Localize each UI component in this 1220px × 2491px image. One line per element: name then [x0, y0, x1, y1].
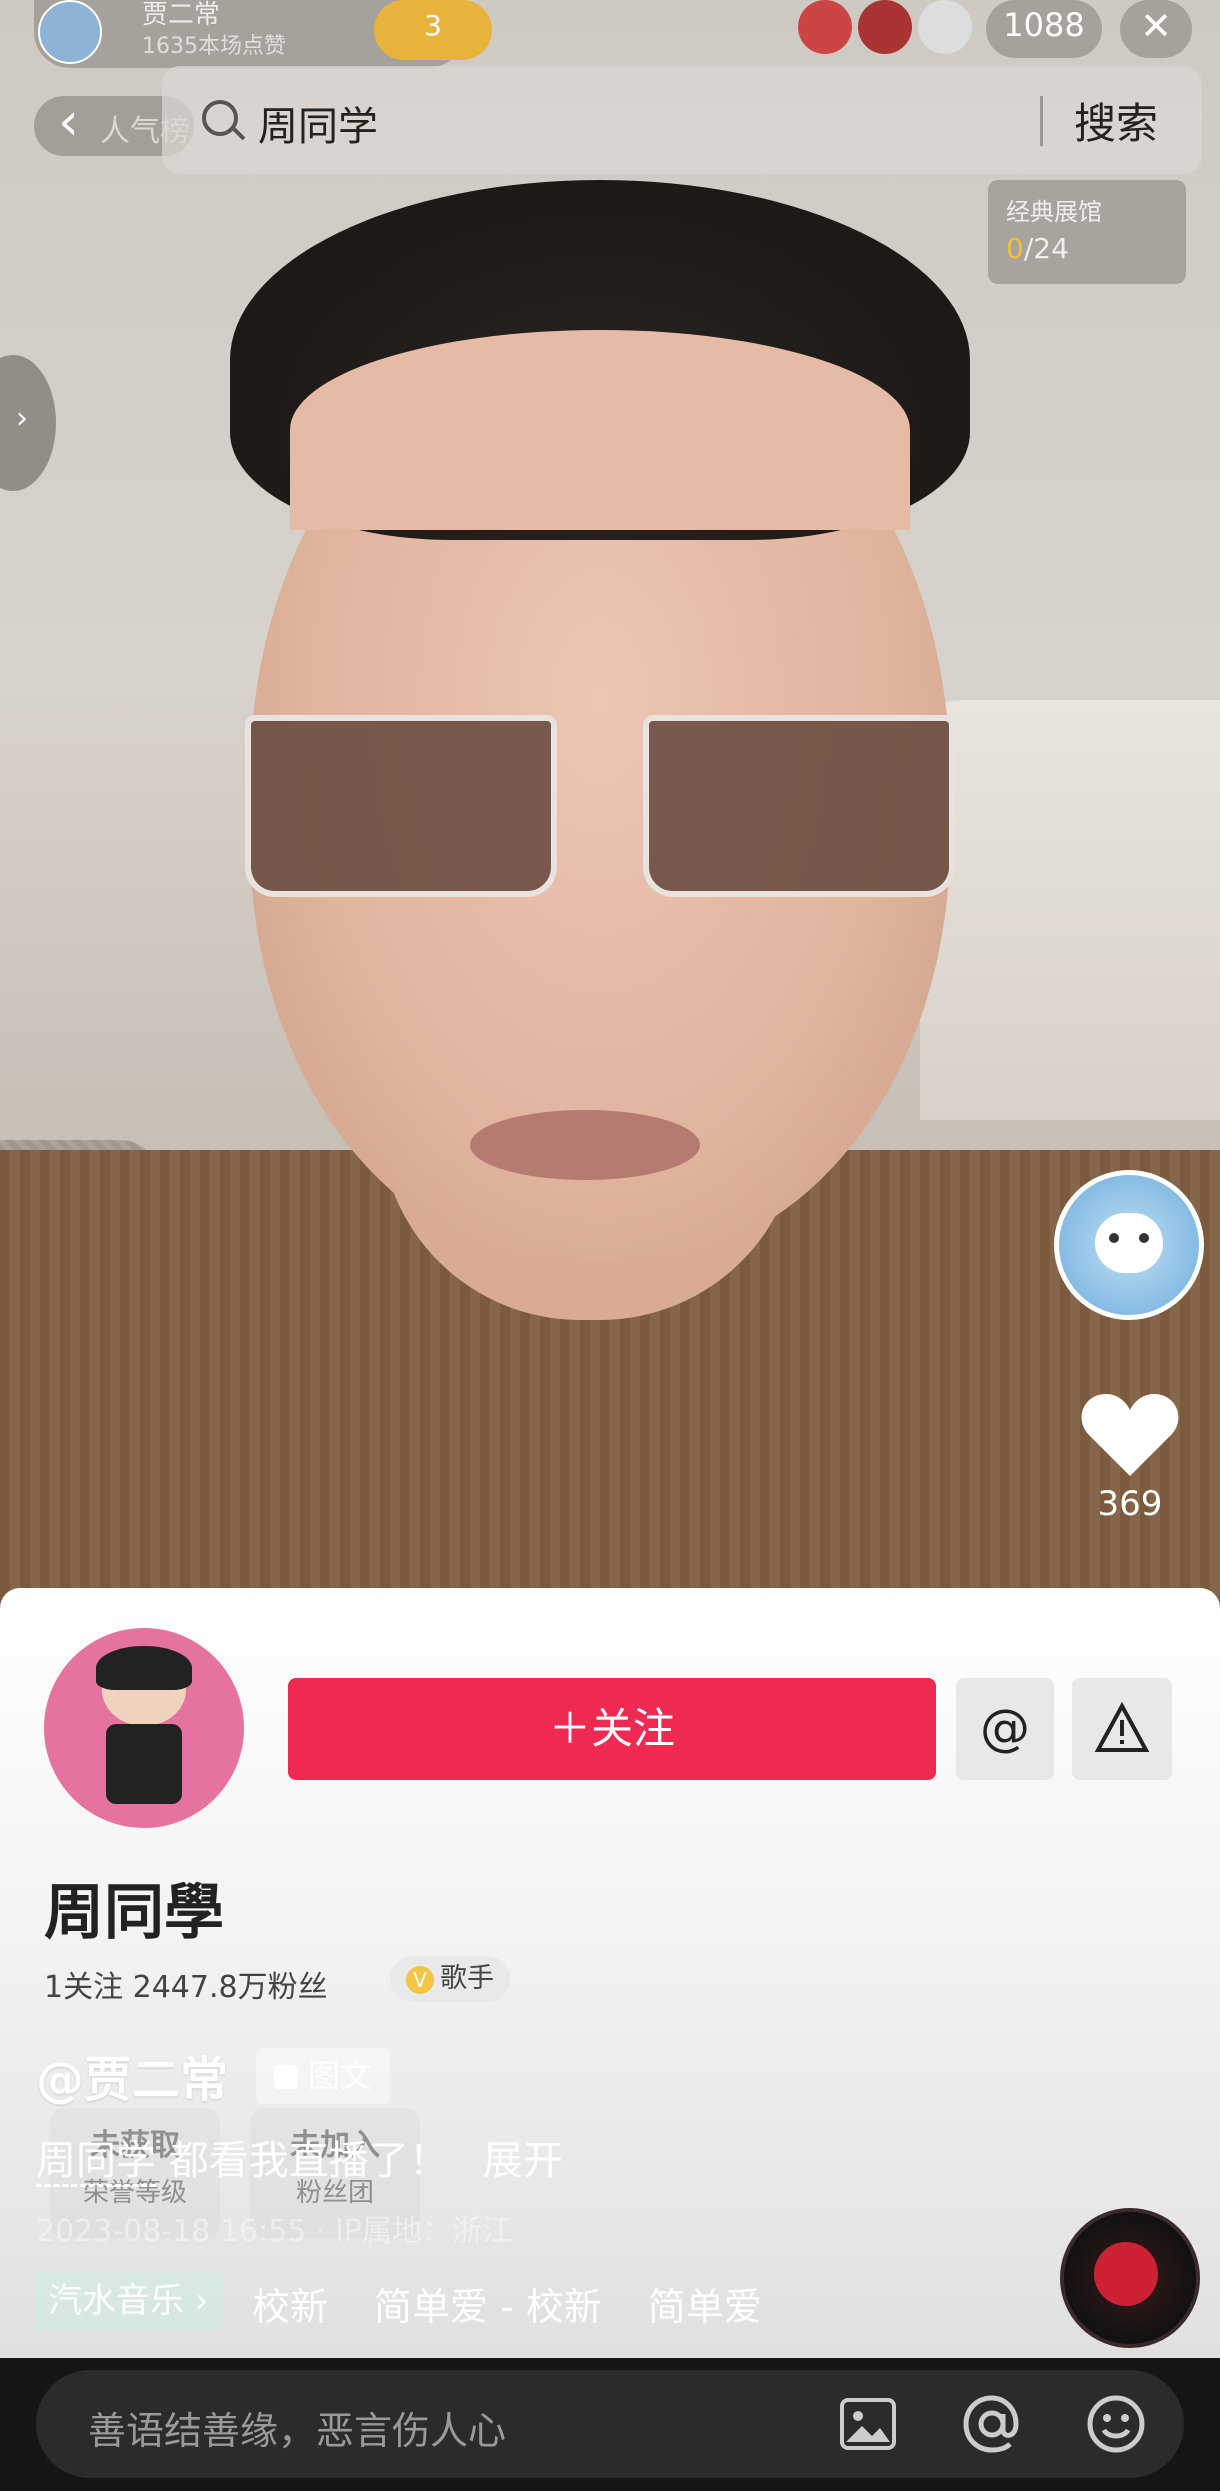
post-author[interactable]: @贾二常 [36, 2040, 228, 2110]
exhibit-widget[interactable]: 经典展馆 0/24 [988, 180, 1186, 284]
music-title: 简单爱 - 校新 [374, 2285, 602, 2329]
chevron-right-icon: › [16, 401, 28, 436]
creator-badge-avatar[interactable] [1054, 1170, 1204, 1320]
profile-name: 周同學 [44, 1878, 224, 1948]
streamer-mouth [470, 1110, 700, 1180]
like-action[interactable]: 369 [1070, 1390, 1190, 1524]
verified-icon: V [406, 1966, 434, 1994]
search-icon [202, 100, 238, 136]
like-count: 369 [1097, 1484, 1163, 1524]
viewer-avatar[interactable] [798, 0, 852, 54]
streamer-forehead [290, 330, 910, 530]
post-caption: 周同学 都看我直播了！ 展开 [36, 2128, 563, 2187]
caption-link[interactable]: 周同学 [36, 2138, 156, 2187]
close-button[interactable]: ✕ [1120, 0, 1192, 58]
comment-bar: 善语结善缘，恶言伤人心 [0, 2358, 1220, 2491]
streamer-sunglasses [245, 715, 955, 905]
profile-stats: 1关注 2447.8万粉丝 [44, 1970, 328, 2005]
avatar-hair [96, 1646, 192, 1690]
exhibit-count: 0/24 [1006, 232, 1069, 265]
viewer-avatars[interactable] [798, 0, 978, 56]
search-input[interactable]: 周同学 [258, 94, 378, 152]
search-bar[interactable]: 周同学 搜索 [162, 66, 1202, 174]
host-likes: 1635本场点赞 [142, 34, 286, 59]
back-arrow-icon[interactable]: ‹ [58, 92, 79, 152]
music-title: 简单爱 [647, 2285, 762, 2329]
right-lens [643, 715, 955, 897]
mention-button[interactable]: @ [956, 1678, 1054, 1780]
report-button[interactable] [1072, 1678, 1172, 1780]
expand-link[interactable]: 展开 [483, 2138, 563, 2184]
music-title: 校新 [252, 2285, 329, 2329]
image-icon[interactable] [836, 2392, 900, 2456]
host-name: 贾二常 [142, 0, 221, 30]
search-button[interactable]: 搜索 [1074, 90, 1158, 151]
follow-button[interactable]: ＋关注 [288, 1678, 936, 1780]
music-titles[interactable]: 校新 简单爱 - 校新 简单爱 [252, 2276, 808, 2331]
at-icon[interactable] [960, 2392, 1024, 2456]
music-app-tag[interactable]: 汽水音乐 › [34, 2272, 223, 2330]
warning-icon [1094, 1701, 1150, 1752]
avatar-body [106, 1724, 182, 1804]
comment-input[interactable]: 善语结善缘，恶言伤人心 [36, 2370, 1184, 2478]
profile-avatar[interactable] [44, 1628, 244, 1828]
post-meta: 2023-08-18 16:55 · IP属地：浙江 [36, 2214, 512, 2249]
exhibit-title: 经典展馆 [1006, 198, 1102, 226]
image-text-icon [274, 2065, 298, 2089]
comment-placeholder: 善语结善缘，恶言伤人心 [88, 2409, 507, 2453]
host-info-pill[interactable]: 贾二常 1635本场点赞 3 [34, 0, 492, 68]
host-follow-button[interactable]: 3 [374, 0, 492, 60]
left-lens [245, 715, 557, 897]
emoji-icon[interactable] [1084, 2392, 1148, 2456]
heart-icon [1081, 1394, 1179, 1476]
profile-tag: V 歌手 [390, 1956, 510, 2002]
stream-wall [920, 700, 1220, 1120]
viewer-avatar[interactable] [918, 0, 972, 54]
search-divider [1040, 96, 1043, 146]
post-type-tag: 图文 [256, 2048, 391, 2104]
viewer-avatar[interactable] [858, 0, 912, 54]
host-avatar[interactable] [38, 0, 102, 64]
mascot-icon [1095, 1213, 1163, 1273]
music-disc[interactable] [1060, 2208, 1200, 2348]
caption-text: 都看我直播了！ [168, 2138, 449, 2184]
viewer-count[interactable]: 1088 [986, 0, 1102, 58]
